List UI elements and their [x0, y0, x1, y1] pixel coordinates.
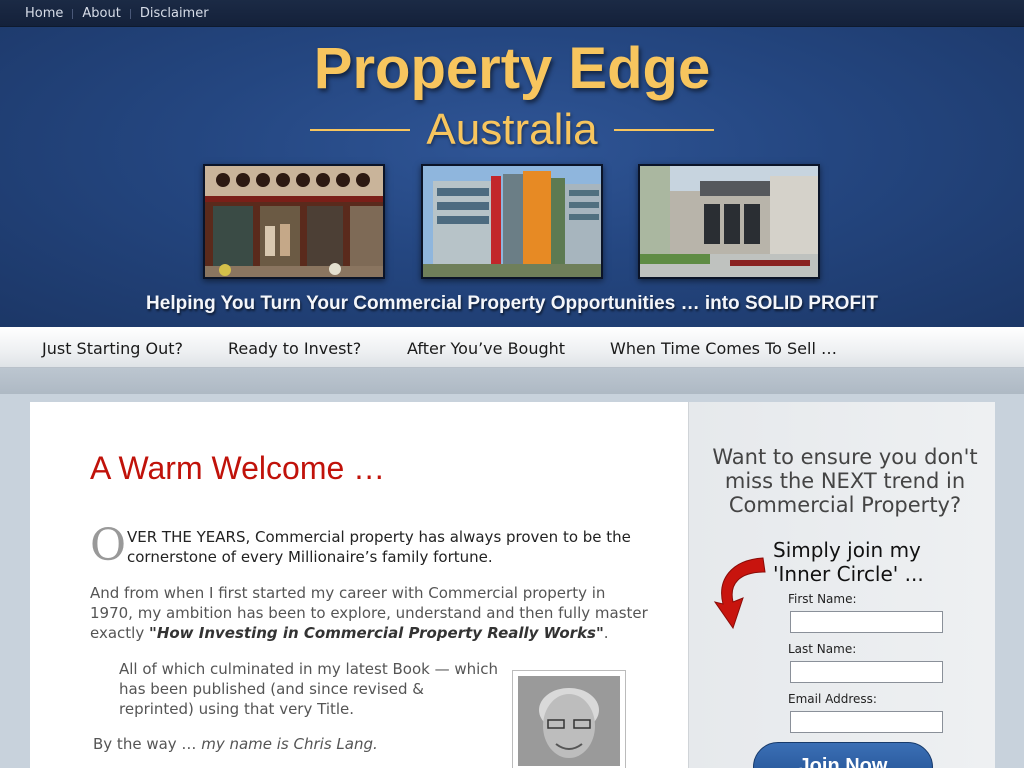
career-paragraph: And from when I first started my career …	[90, 583, 650, 643]
nav-ready-to-invest[interactable]: Ready to Invest?	[228, 339, 361, 358]
author-name: my name is Chris Lang.	[201, 735, 378, 753]
nav-link-home[interactable]: Home	[25, 6, 63, 21]
nav-link-about[interactable]: About	[82, 6, 120, 21]
curved-arrow-icon	[713, 557, 766, 630]
signup-sidebar: Want to ensure you don't miss the NEXT t…	[688, 402, 995, 768]
email-input[interactable]	[790, 711, 943, 733]
last-name-input[interactable]	[790, 661, 943, 683]
nav-just-starting-out[interactable]: Just Starting Out?	[42, 339, 183, 358]
book-paragraph: All of which culminated in my latest Boo…	[119, 660, 499, 718]
nav-band	[0, 368, 1024, 394]
email-label: Email Address:	[788, 692, 877, 706]
nav-link-disclaimer[interactable]: Disclaimer	[140, 6, 209, 21]
book-title-emphasis: "How Investing in Commercial Property Re…	[149, 624, 604, 642]
site-subtitle-row: Australia	[0, 105, 1024, 155]
drop-cap: O	[90, 520, 127, 571]
warehouse-photo	[638, 164, 820, 279]
author-intro: By the way …	[93, 735, 202, 753]
main-nav: Just Starting Out? Ready to Invest? Afte…	[0, 327, 1024, 368]
first-name-label: First Name:	[788, 592, 857, 606]
author-portrait	[512, 670, 626, 768]
last-name-label: Last Name:	[788, 642, 857, 656]
subtitle-rule-left	[310, 129, 411, 131]
tagline: Helping You Turn Your Commercial Propert…	[146, 293, 878, 314]
career-end: .	[603, 624, 609, 642]
sidebar-heading: Want to ensure you don't miss the NEXT t…	[712, 445, 978, 517]
site-title[interactable]: Property Edge	[0, 35, 1024, 102]
subtitle-rule-right	[613, 129, 714, 131]
main-content: A Warm Welcome … O VER THE YEARS, Commer…	[30, 402, 688, 768]
welcome-heading: A Warm Welcome …	[90, 450, 386, 486]
intro-paragraph: VER THE YEARS, Commercial property has a…	[127, 528, 631, 566]
top-nav: Home About Disclaimer	[25, 6, 209, 21]
join-now-button[interactable]: Join Now	[753, 742, 933, 768]
join-title: Simply join my 'Inner Circle' ...	[773, 538, 924, 586]
nav-separator	[129, 8, 131, 19]
nav-separator	[72, 8, 74, 19]
nav-after-you-bought[interactable]: After You’ve Bought	[407, 339, 565, 358]
nav-when-time-to-sell[interactable]: When Time Comes To Sell …	[610, 339, 837, 358]
first-name-input[interactable]	[790, 611, 943, 633]
author-paragraph: By the way … my name is Chris Lang.	[93, 735, 378, 753]
site-header: Property Edge Australia Helping You Turn…	[0, 27, 1024, 327]
site-subtitle: Australia	[426, 105, 598, 154]
office-building-photo	[421, 164, 603, 279]
storefront-photo	[203, 164, 385, 279]
top-bar: Home About Disclaimer	[0, 0, 1024, 27]
